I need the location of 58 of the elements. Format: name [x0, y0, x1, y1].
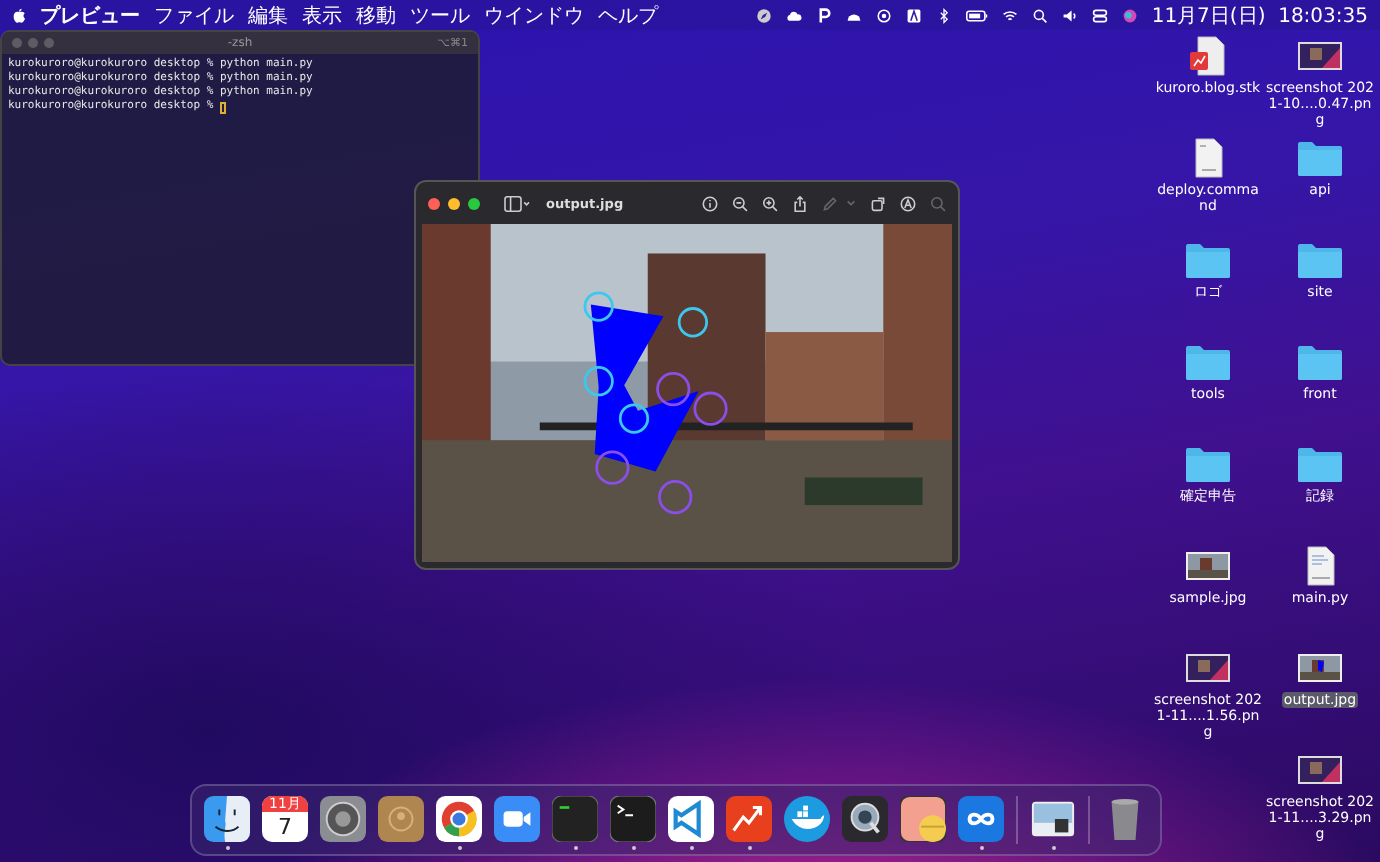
maximize-button[interactable]	[468, 197, 480, 209]
siri-icon[interactable]	[1121, 7, 1138, 23]
folder-icon[interactable]	[1296, 340, 1344, 384]
search-icon[interactable]	[1031, 7, 1048, 23]
folder-icon[interactable]	[1184, 442, 1232, 486]
battery-icon[interactable]	[965, 7, 988, 23]
terminal-icon[interactable]	[610, 796, 656, 842]
chevron-down-icon[interactable]	[846, 198, 856, 208]
close-button[interactable]	[428, 197, 440, 209]
window-control-dot[interactable]	[28, 38, 38, 48]
folder-icon[interactable]	[1184, 238, 1232, 282]
infinity-icon[interactable]	[958, 796, 1004, 842]
text-cursor	[219, 101, 226, 113]
contact-book-icon[interactable]	[378, 796, 424, 842]
sidebar-toggle-icon[interactable]	[504, 195, 530, 211]
gear-icon[interactable]	[320, 796, 366, 842]
folder-icon[interactable]	[1296, 136, 1344, 180]
menu-item[interactable]: ウインドウ	[484, 1, 584, 29]
cloud-icon[interactable]	[785, 7, 802, 23]
menu-item[interactable]: 表示	[302, 1, 342, 29]
control-center-icon[interactable]	[1091, 7, 1108, 23]
wifi-icon[interactable]	[1001, 7, 1018, 23]
pill-icon[interactable]	[900, 796, 946, 842]
landscape-image-icon[interactable]	[1030, 796, 1076, 842]
media-player-icon[interactable]	[842, 796, 888, 842]
code-editor-icon[interactable]	[668, 796, 714, 842]
menu-item[interactable]: 編集	[248, 1, 288, 29]
window-control-dot[interactable]	[12, 38, 22, 48]
smiling-face-icon[interactable]	[204, 796, 250, 842]
app-menu[interactable]: プレビュー	[40, 1, 140, 29]
whale-icon[interactable]	[784, 796, 830, 842]
compass-icon[interactable]	[755, 7, 772, 23]
letter-p-icon[interactable]	[815, 7, 832, 23]
record-icon[interactable]	[875, 7, 892, 23]
zoom-in-icon[interactable]	[762, 195, 778, 211]
keyboard-input-icon[interactable]	[905, 7, 922, 23]
info-icon[interactable]	[702, 195, 718, 211]
menu-item[interactable]: ファイル	[154, 1, 234, 29]
rotate-icon[interactable]	[870, 195, 886, 211]
window-control-dot[interactable]	[44, 38, 54, 48]
folder-icon[interactable]	[1296, 238, 1344, 282]
zoom-out-icon[interactable]	[732, 195, 748, 211]
pen-icon[interactable]	[822, 195, 838, 211]
bluetooth-icon[interactable]	[935, 7, 952, 23]
browser-icon[interactable]	[436, 796, 482, 842]
share-icon[interactable]	[792, 195, 808, 211]
video-camera-icon[interactable]	[494, 796, 540, 842]
menu-item[interactable]: ツール	[410, 1, 470, 29]
speaker-icon[interactable]	[1061, 7, 1078, 23]
menu-item[interactable]: ヘルプ	[598, 1, 658, 29]
menu-bar-clock[interactable]: 11月7日(日) 18:03:35	[1151, 1, 1368, 29]
folder-icon[interactable]	[1184, 340, 1232, 384]
console-icon[interactable]	[552, 796, 598, 842]
minimize-button[interactable]	[448, 197, 460, 209]
menu-item[interactable]: 移動	[356, 1, 396, 29]
markup-icon[interactable]	[900, 195, 916, 211]
folder-icon[interactable]	[1296, 442, 1344, 486]
apple-icon[interactable]	[12, 7, 26, 23]
